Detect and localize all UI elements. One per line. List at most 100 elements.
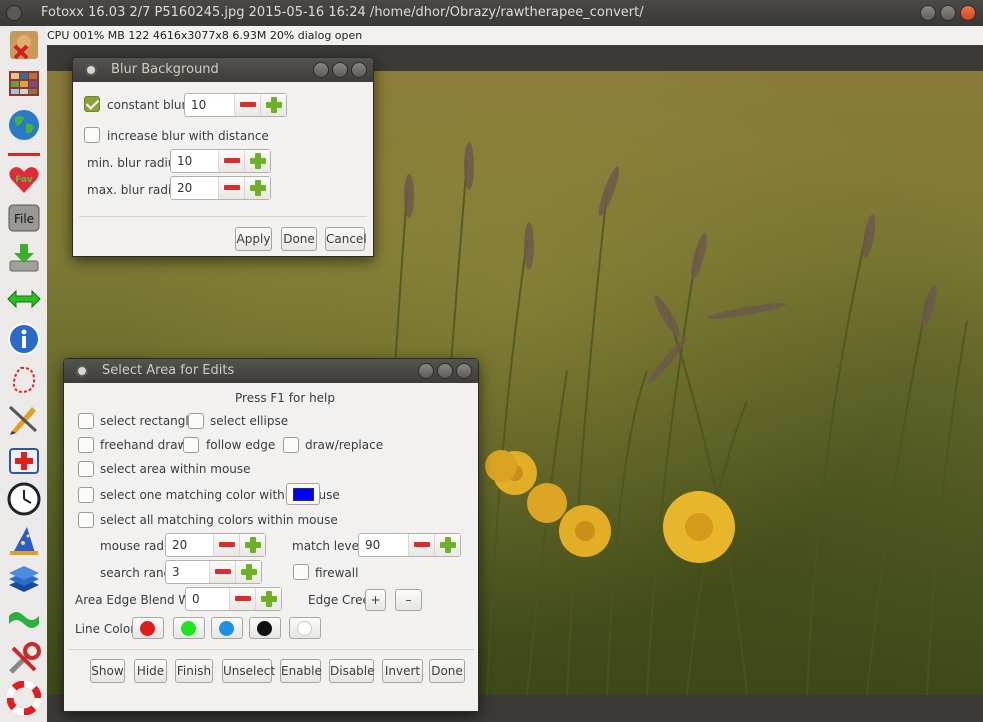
globe-map-button[interactable]: [5, 108, 43, 142]
prev-next-image-button[interactable]: [5, 28, 43, 62]
globe-map-icon: [9, 110, 39, 140]
maximize-button[interactable]: [940, 5, 956, 21]
search-range-value[interactable]: 3: [166, 561, 209, 583]
select-ellipse-checkbox[interactable]: [188, 413, 204, 429]
select-area-button[interactable]: [5, 363, 43, 397]
line-color-green-button[interactable]: [173, 617, 205, 639]
blur-done-button[interactable]: Done: [281, 227, 317, 251]
max-blur-radius-decrement-button[interactable]: [218, 177, 244, 199]
window-menu-icon[interactable]: [6, 5, 22, 21]
min-blur-radius-increment-button[interactable]: [244, 150, 270, 172]
blur-dialog-close-button[interactable]: [351, 62, 367, 78]
file-menu-button[interactable]: File: [5, 201, 43, 235]
file-menu-icon: File: [8, 204, 40, 232]
follow-edge-label: follow edge: [206, 438, 276, 452]
constant-blur-checkbox[interactable]: [84, 96, 100, 112]
blur-dialog-titlebar[interactable]: Blur Background: [73, 58, 373, 82]
follow-edge-checkbox[interactable]: [183, 437, 199, 453]
edge-blend-spinner[interactable]: 0: [185, 587, 282, 611]
select-dialog-titlebar[interactable]: Select Area for Edits: [64, 359, 478, 383]
min-blur-radius-spinner[interactable]: 10: [170, 149, 271, 173]
save-button[interactable]: [5, 241, 43, 275]
edit-tools-button[interactable]: [5, 402, 43, 436]
max-blur-radius-increment-button[interactable]: [244, 177, 270, 199]
repair-button[interactable]: [5, 442, 43, 476]
edge-creep-minus-button[interactable]: –: [395, 589, 422, 611]
select-all-colors-checkbox[interactable]: [78, 512, 94, 528]
edge-blend-value[interactable]: 0: [186, 588, 229, 610]
art-effects-button[interactable]: [5, 523, 43, 557]
search-range-increment-button[interactable]: [235, 561, 261, 583]
blur-dialog-title: Blur Background: [111, 62, 219, 77]
mouse-radius-value[interactable]: 20: [166, 534, 213, 556]
line-color-white-button[interactable]: [289, 617, 321, 639]
mouse-radius-spinner[interactable]: 20: [165, 533, 266, 557]
disable-button[interactable]: Disable: [329, 659, 375, 683]
max-blur-radius-spinner[interactable]: 20: [170, 176, 271, 200]
tools-button[interactable]: [5, 642, 43, 676]
match-color-button[interactable]: [286, 483, 320, 505]
blur-dialog-menu-icon[interactable]: [85, 64, 97, 76]
select-dialog-menu-icon[interactable]: [76, 365, 88, 377]
edge-creep-plus-button[interactable]: +: [365, 589, 386, 611]
finish-button[interactable]: Finish: [175, 659, 213, 683]
select-ellipse-label: select ellipse: [210, 414, 289, 428]
info-button[interactable]: [5, 322, 43, 356]
max-blur-radius-value[interactable]: 20: [171, 177, 218, 199]
warp-button[interactable]: [5, 602, 43, 636]
help-button[interactable]: [5, 681, 43, 715]
match-level-value[interactable]: 90: [359, 534, 408, 556]
select-one-color-checkbox[interactable]: [78, 487, 94, 503]
invert-button[interactable]: Invert: [382, 659, 423, 683]
line-color-black-button[interactable]: [249, 617, 281, 639]
edge-blend-decrement-button[interactable]: [229, 588, 255, 610]
min-blur-radius-decrement-button[interactable]: [218, 150, 244, 172]
min-blur-radius-value[interactable]: 10: [171, 150, 218, 172]
select-within-mouse-checkbox[interactable]: [78, 461, 94, 477]
hide-button[interactable]: Hide: [134, 659, 167, 683]
match-level-increment-button[interactable]: [434, 534, 460, 556]
line-color-red-button[interactable]: [132, 617, 164, 639]
mouse-radius-increment-button[interactable]: [239, 534, 265, 556]
cancel-button[interactable]: Cancel: [325, 227, 367, 251]
select-dialog-minimize-button[interactable]: [418, 363, 434, 379]
increase-blur-label: increase blur with distance: [107, 129, 269, 143]
search-range-spinner[interactable]: 3: [165, 560, 262, 584]
search-range-decrement-button[interactable]: [209, 561, 235, 583]
draw-replace-checkbox[interactable]: [283, 437, 299, 453]
select-done-button[interactable]: Done: [429, 659, 465, 683]
match-level-spinner[interactable]: 90: [358, 533, 461, 557]
thumbnail-gallery-button[interactable]: [5, 66, 43, 100]
blur-dialog-minimize-button[interactable]: [313, 62, 329, 78]
firewall-checkbox[interactable]: [293, 564, 309, 580]
mouse-radius-decrement-button[interactable]: [213, 534, 239, 556]
constant-blur-spinner[interactable]: 10: [184, 93, 287, 117]
constant-blur-decrement-button[interactable]: [234, 94, 260, 116]
blur-dialog-maximize-button[interactable]: [332, 62, 348, 78]
constant-blur-value[interactable]: 10: [185, 94, 234, 116]
freehand-draw-checkbox[interactable]: [78, 437, 94, 453]
blur-dialog-separator: [79, 216, 367, 217]
select-dialog-close-button[interactable]: [456, 363, 472, 379]
enable-button[interactable]: Enable: [280, 659, 322, 683]
select-dialog-maximize-button[interactable]: [437, 363, 453, 379]
constant-blur-increment-button[interactable]: [260, 94, 286, 116]
favorites-button[interactable]: Fav: [5, 162, 43, 196]
tools-icon: [9, 642, 41, 674]
status-text: CPU 001% MB 122 4616x3077x8 6.93M 20% di…: [47, 29, 363, 42]
unselect-button[interactable]: Unselect: [222, 659, 275, 683]
window-titlebar: Fotoxx 16.03 2/7 P5160245.jpg 2015-05-16…: [0, 0, 983, 26]
select-rectangle-checkbox[interactable]: [78, 413, 94, 429]
increase-blur-checkbox[interactable]: [84, 127, 100, 143]
minimize-button[interactable]: [920, 5, 936, 21]
edge-blend-increment-button[interactable]: [255, 588, 281, 610]
clock-button[interactable]: [5, 482, 43, 516]
layers-button[interactable]: [5, 563, 43, 597]
close-button[interactable]: [960, 5, 976, 21]
show-button[interactable]: Show: [90, 659, 125, 683]
match-level-decrement-button[interactable]: [408, 534, 434, 556]
zoom-button[interactable]: [5, 282, 43, 316]
window-title: Fotoxx 16.03 2/7 P5160245.jpg 2015-05-16…: [41, 5, 644, 20]
line-color-blue-button[interactable]: [211, 617, 243, 639]
apply-button[interactable]: Apply: [235, 227, 272, 251]
